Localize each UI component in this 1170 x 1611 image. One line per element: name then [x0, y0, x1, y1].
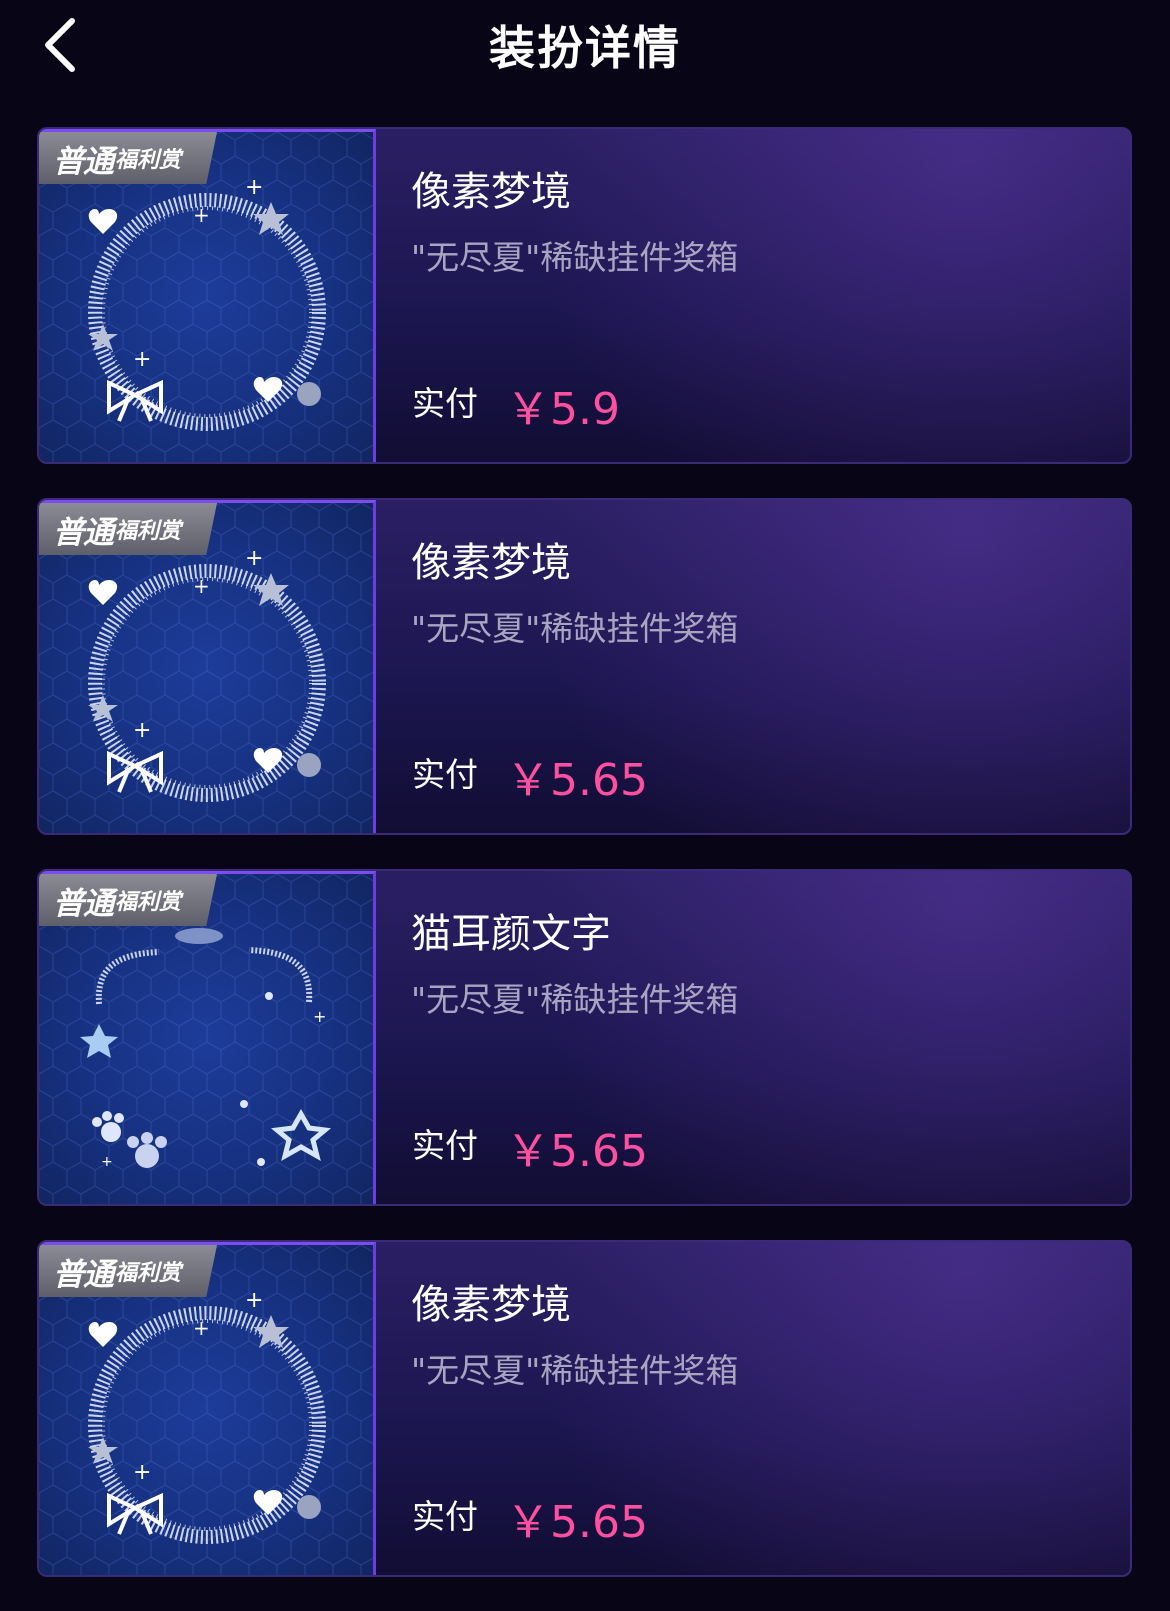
item-name: 像素梦境 [411, 1282, 571, 1328]
item-name: 像素梦境 [411, 540, 571, 586]
svg-text:+: + [245, 546, 263, 571]
badge-main-label: 普通 [53, 514, 114, 551]
svg-text:+: + [133, 347, 151, 372]
paid-label: 实付 [412, 755, 478, 794]
tier-badge: 普通 福利赏 [39, 874, 217, 926]
item-source: "无尽夏"稀缺挂件奖箱 [411, 1351, 739, 1390]
item-thumbnail: + + + 普通 福利赏 [39, 1242, 376, 1575]
badge-main-label: 普通 [53, 885, 114, 922]
item-card[interactable]: + + + 普通 福利赏 像素梦境 "无尽夏"稀缺挂件奖箱 实付 ￥5.65 [37, 498, 1132, 835]
badge-main-label: 普通 [53, 143, 114, 180]
item-list: + + + 普通 福利赏 像素梦境 "无尽夏"稀缺挂件奖箱 实付 ￥5.9 + … [37, 127, 1132, 1611]
item-price: ￥5.65 [506, 1126, 648, 1177]
paid-label: 实付 [412, 1126, 478, 1165]
svg-text:+: + [193, 1316, 210, 1340]
item-source: "无尽夏"稀缺挂件奖箱 [411, 609, 739, 648]
svg-text:+: + [133, 718, 151, 743]
item-source: "无尽夏"稀缺挂件奖箱 [411, 238, 739, 277]
top-nav-bar: 装扮详情 [0, 0, 1170, 100]
item-thumbnail: + + + 普通 福利赏 [39, 500, 376, 833]
svg-text:+: + [245, 175, 263, 200]
badge-sub-label: 福利赏 [115, 890, 182, 915]
item-thumbnail: + + + 普通 福利赏 [39, 129, 376, 462]
badge-sub-label: 福利赏 [115, 519, 182, 544]
page-title: 装扮详情 [489, 21, 681, 75]
item-price: ￥5.65 [506, 755, 648, 806]
item-name: 猫耳颜文字 [411, 911, 611, 957]
svg-text:+: + [245, 1288, 263, 1313]
paid-label: 实付 [412, 384, 478, 423]
svg-text:+: + [133, 1460, 151, 1485]
badge-main-label: 普通 [53, 1256, 114, 1293]
tier-badge: 普通 福利赏 [39, 1245, 217, 1297]
paid-label: 实付 [412, 1497, 478, 1536]
svg-text:+: + [193, 574, 210, 598]
svg-text:+: + [101, 1154, 113, 1170]
item-price: ￥5.9 [506, 384, 620, 435]
tier-badge: 普通 福利赏 [39, 503, 217, 555]
item-price: ￥5.65 [506, 1497, 648, 1548]
item-name: 像素梦境 [411, 169, 571, 215]
tier-badge: 普通 福利赏 [39, 132, 217, 184]
item-card[interactable]: + + + 普通 福利赏 像素梦境 "无尽夏"稀缺挂件奖箱 实付 ￥5.65 [37, 1240, 1132, 1577]
item-card[interactable]: + + + 普通 福利赏 像素梦境 "无尽夏"稀缺挂件奖箱 实付 ￥5.9 [37, 127, 1132, 464]
item-source: "无尽夏"稀缺挂件奖箱 [411, 980, 739, 1019]
svg-text:+: + [193, 203, 210, 227]
badge-sub-label: 福利赏 [115, 1261, 182, 1286]
item-card[interactable]: + + 普通 福利赏 猫耳颜文字 "无尽夏"稀缺挂件奖箱 实付 ￥5.65 [37, 869, 1132, 1206]
item-thumbnail: + + 普通 福利赏 [39, 871, 376, 1204]
badge-sub-label: 福利赏 [115, 148, 182, 173]
svg-text:+: + [313, 1007, 326, 1026]
